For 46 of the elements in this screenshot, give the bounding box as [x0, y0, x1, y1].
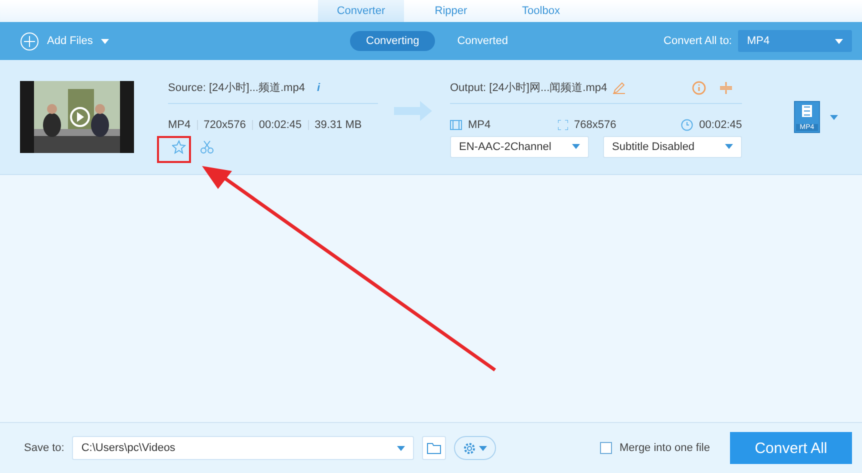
save-path-field[interactable]: C:\Users\pc\Videos	[72, 436, 414, 460]
view-toggle[interactable]: Converted	[441, 31, 524, 51]
save-to-label: Save to:	[24, 442, 64, 454]
merge-label: Merge into one file	[620, 442, 710, 454]
audio-track-dropdown[interactable]: EN-AAC-2Channel	[450, 136, 589, 158]
settings-icon	[463, 442, 476, 454]
split-icon[interactable]	[720, 80, 732, 94]
sparkle-icon[interactable]	[172, 140, 186, 154]
folder-icon	[427, 442, 442, 454]
caret-icon	[572, 144, 580, 149]
output-format: MP4	[468, 118, 492, 130]
caret-icon	[835, 38, 843, 44]
caret-icon	[725, 144, 733, 149]
convert-all-button[interactable]: Convert All	[730, 432, 852, 464]
caret-icon	[100, 38, 109, 44]
pencil-icon[interactable]	[613, 82, 626, 94]
caret-icon	[479, 446, 488, 450]
settings-button[interactable]	[454, 436, 496, 460]
folder-button[interactable]	[422, 436, 446, 460]
merge-checkbox[interactable]	[600, 442, 612, 454]
plus-icon[interactable]	[20, 32, 39, 50]
tab[interactable]: Ripper	[408, 0, 494, 22]
media-info: 00:02:45	[258, 118, 302, 130]
view-toggle[interactable]: Converting	[350, 31, 436, 51]
tab[interactable]: Converter	[318, 0, 404, 22]
caret-icon	[397, 446, 406, 450]
add-files-button[interactable]: Add Files	[47, 35, 93, 47]
convert-all-label: Convert All to:	[664, 35, 732, 47]
media-info: 39.31 MB	[314, 118, 362, 130]
clock-icon	[681, 118, 694, 130]
media-info: 720x576	[204, 118, 246, 130]
output-filename: Output: [24小时]网...闻频道.mp4	[450, 81, 608, 95]
info-icon[interactable]	[692, 80, 706, 94]
scissors-icon[interactable]	[200, 140, 214, 154]
format-dropdown[interactable]: MP4	[738, 30, 852, 52]
output-duration: 00:02:45	[699, 118, 742, 130]
tab[interactable]: Toolbox	[498, 0, 584, 22]
caret-icon	[830, 115, 838, 120]
info-link[interactable]: i	[316, 82, 320, 94]
subtitle-dropdown[interactable]: Subtitle Disabled	[603, 136, 742, 158]
output-resolution: 768x576	[574, 118, 616, 130]
source-filename: Source: [24小时]...频道.mp4	[168, 81, 305, 95]
media-info: MP4	[168, 118, 191, 130]
resize-icon	[558, 120, 568, 130]
arrow-icon	[394, 99, 434, 123]
highlight-box	[157, 136, 191, 163]
